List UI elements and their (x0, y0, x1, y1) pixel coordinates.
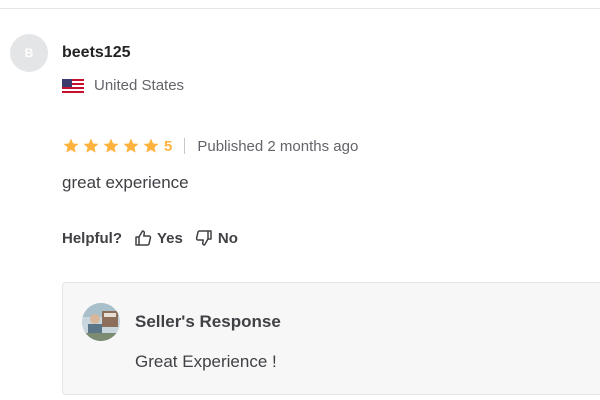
avatar: B (10, 34, 48, 72)
star-icon (143, 138, 159, 153)
star-icon (83, 138, 99, 153)
seller-response-text: Great Experience ! (135, 352, 277, 371)
star-rating (62, 137, 162, 155)
rating-separator (184, 138, 186, 154)
helpful-yes-button[interactable]: Yes (134, 229, 183, 247)
star-icon (103, 138, 119, 153)
seller-response: Seller's Response Great Experience ! (62, 282, 600, 395)
reviewer-country: United States (62, 76, 184, 96)
star-icon (123, 138, 139, 153)
seller-avatar-image (82, 303, 120, 341)
helpful-no-label: No (217, 229, 238, 247)
helpful-no-button[interactable]: No (195, 229, 238, 247)
review-page: B beets125 United States 5 Published 2 m… (0, 0, 600, 400)
thumbs-up-icon (135, 230, 152, 246)
published-date: Published 2 months ago (197, 137, 359, 155)
seller-avatar (82, 303, 120, 341)
rating-value: 5 (164, 137, 173, 155)
helpful-yes-label: Yes (157, 229, 183, 247)
thumbs-down-icon (195, 230, 212, 246)
reviewer-username[interactable]: beets125 (62, 43, 131, 63)
avatar-initial: B (24, 46, 34, 60)
country-name: United States (94, 77, 185, 94)
review-text: great experience (62, 173, 189, 192)
rating-row: 5 Published 2 months ago (62, 135, 358, 157)
helpful-row: Helpful? Yes No (62, 227, 238, 249)
divider (0, 8, 600, 9)
helpful-label: Helpful? (62, 229, 122, 247)
star-icon (63, 138, 79, 153)
seller-response-title: Seller's Response (135, 312, 281, 331)
us-flag-icon (62, 79, 84, 93)
